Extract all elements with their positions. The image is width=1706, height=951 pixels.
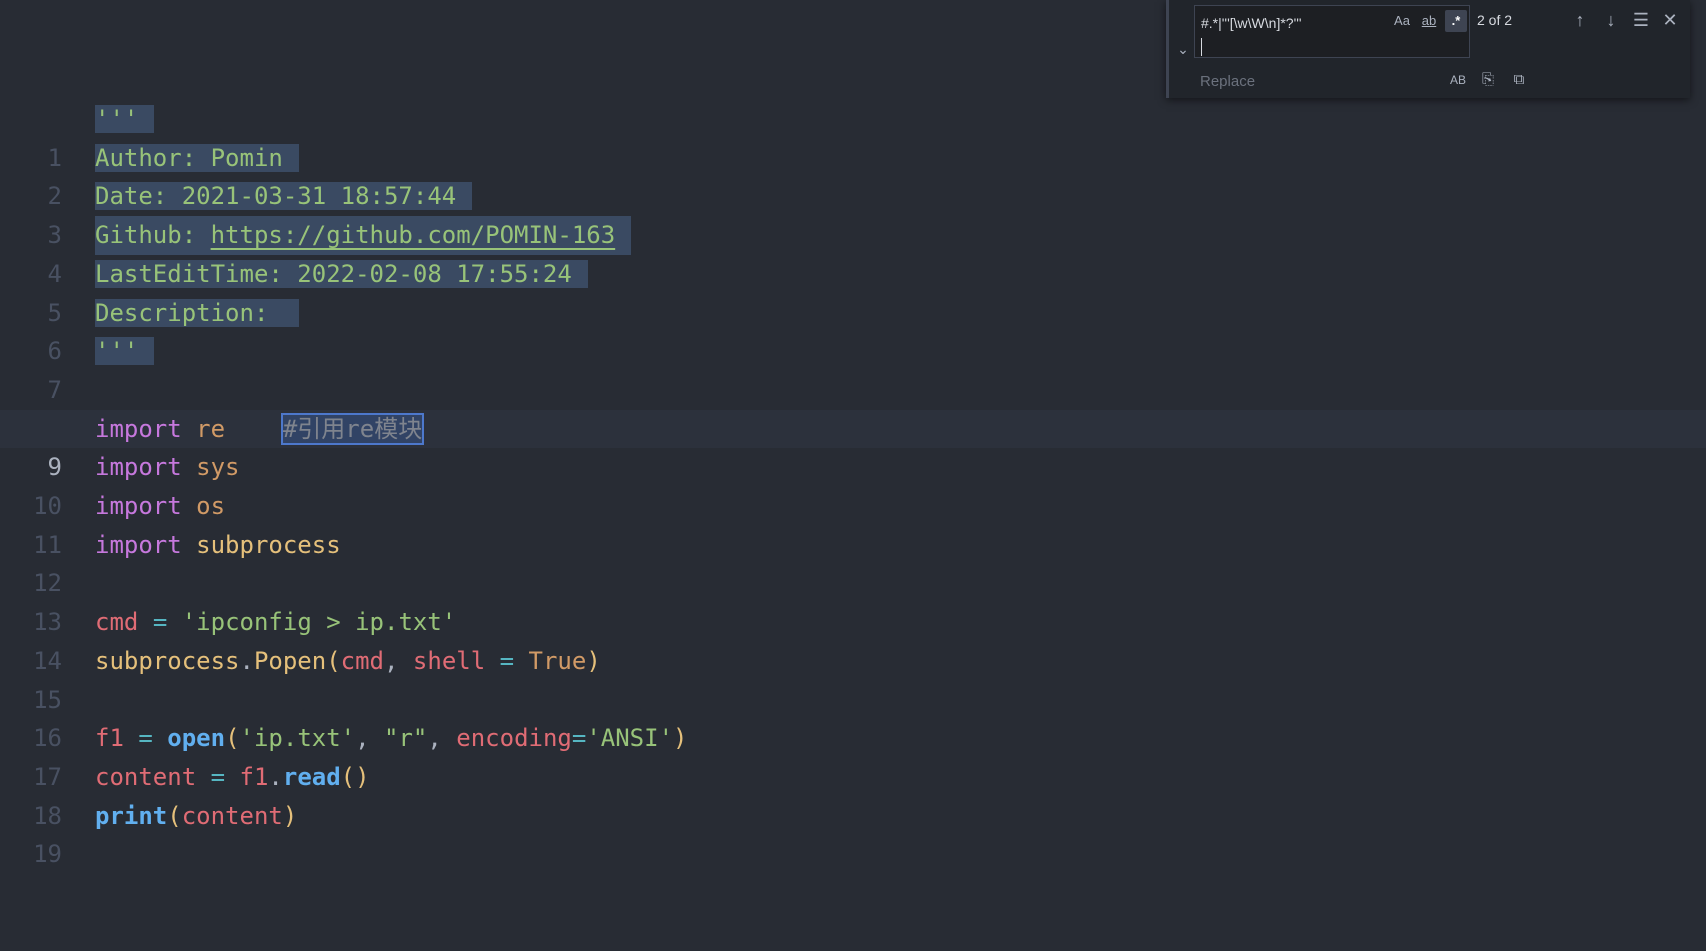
paren: () — [340, 762, 370, 791]
code-line[interactable]: 19 print(content) — [0, 797, 1706, 869]
dot: . — [239, 646, 254, 675]
search-match-comment: #引用re模块 — [280, 412, 425, 445]
variable: content — [95, 762, 197, 791]
find-in-selection-icon[interactable]: ☰ — [1630, 8, 1652, 32]
replace-field[interactable] — [1194, 66, 1470, 96]
comma: , — [355, 724, 370, 753]
variable: f1 — [239, 762, 269, 791]
function-name: open — [167, 724, 226, 753]
replace-all-icon[interactable]: ⧉ — [1508, 70, 1530, 90]
find-input-value: #.*|'''[\w\W\n]*?''' — [1201, 15, 1302, 31]
function-name: print — [95, 801, 168, 830]
find-replace-widget: ⌄ #.*|'''[\w\W\n]*?''' Aa ab .* 2 of 2 ↑… — [1166, 0, 1690, 98]
widget-resize-sash[interactable] — [1166, 0, 1169, 98]
module-name: subprocess — [95, 646, 240, 675]
keyword: import — [95, 453, 182, 482]
preserve-case-toggle[interactable]: AB — [1446, 70, 1470, 90]
whole-word-toggle[interactable]: ab — [1417, 10, 1441, 32]
module-name: os — [196, 492, 226, 520]
paren: ( — [167, 801, 182, 830]
text-caret — [1201, 38, 1202, 56]
docstring-text: Github: — [95, 221, 211, 250]
module-name: re — [196, 414, 226, 443]
string-literal: "r" — [384, 724, 428, 753]
class-name: Popen — [253, 646, 327, 675]
constant: True — [528, 646, 587, 675]
match-count: 2 of 2 — [1477, 12, 1513, 28]
code-line[interactable]: 11 import os — [0, 487, 1706, 559]
operator: = — [138, 724, 153, 753]
docstring-delimiter: ''' — [95, 337, 155, 366]
code-line[interactable]: 18 content = f1.read() — [0, 758, 1706, 830]
replace-icon[interactable]: ⎘ — [1478, 70, 1498, 90]
code-editor[interactable]: 1 ''' 2 Author: Pomin 3 Date: 2021-03-31… — [0, 0, 1706, 869]
string-literal: 'ANSI' — [586, 724, 674, 753]
code-line[interactable]: 7 ''' — [0, 332, 1706, 404]
comma: , — [427, 724, 442, 753]
operator: = — [499, 646, 515, 675]
code-line[interactable]: 15 subprocess.Popen(cmd, shell = True) — [0, 642, 1706, 714]
docstring-text: Date: 2021-03-31 18:57:44 — [95, 182, 473, 211]
string-literal: 'ipconfig > ip.txt' — [181, 608, 457, 637]
function-name: read — [282, 762, 341, 791]
operator: = — [210, 762, 226, 791]
code-line[interactable]: 6 Description: — [0, 294, 1706, 365]
module-name: subprocess — [196, 530, 341, 559]
code-line[interactable]: 13 — [0, 564, 1706, 636]
replace-input[interactable] — [1194, 66, 1422, 96]
code-line[interactable]: 3 Date: 2021-03-31 18:57:44 — [0, 177, 1706, 249]
module-name: sys — [196, 453, 240, 482]
code-line-current[interactable]: 9 import re #引用re模块 — [0, 409, 1706, 481]
dot: . — [268, 762, 283, 791]
parameter: encoding — [456, 724, 572, 753]
keyword: import — [95, 530, 182, 559]
variable: cmd — [95, 608, 139, 637]
docstring-text: Author: Pomin — [95, 143, 299, 172]
comma: , — [384, 646, 399, 675]
paren: ) — [586, 646, 601, 675]
parameter: shell — [412, 646, 486, 675]
arrow-up-icon[interactable]: ↑ — [1569, 8, 1591, 32]
keyword: import — [95, 492, 182, 520]
operator: = — [571, 724, 587, 753]
chevron-down-icon[interactable]: ⌄ — [1174, 40, 1192, 58]
arrow-down-icon[interactable]: ↓ — [1600, 8, 1622, 32]
code-line[interactable]: 14 cmd = 'ipconfig > ip.txt' — [0, 603, 1706, 675]
code-line[interactable]: 17 f1 = open('ip.txt', "r", encoding='AN… — [0, 719, 1706, 791]
code-line[interactable]: 10 import sys — [0, 448, 1706, 520]
paren: ) — [673, 724, 688, 753]
code-line[interactable]: 12 import subprocess — [0, 526, 1706, 598]
docstring-text: Description: — [95, 298, 299, 327]
close-icon[interactable]: ✕ — [1659, 8, 1681, 32]
variable: cmd — [340, 646, 385, 675]
paren: ( — [225, 724, 240, 753]
code-line[interactable]: 4 Github: https://github.com/POMIN-163 — [0, 216, 1706, 288]
code-line[interactable]: 5 LastEditTime: 2022-02-08 17:55:24 — [0, 255, 1706, 327]
code-line[interactable]: 8 — [0, 371, 1706, 443]
variable: content — [181, 801, 283, 830]
code-line[interactable]: 1 ''' — [0, 100, 1706, 172]
regex-toggle[interactable]: .* — [1445, 10, 1467, 32]
paren: ) — [282, 801, 298, 830]
operator: = — [152, 608, 168, 637]
string-literal: 'ip.txt' — [239, 724, 356, 753]
variable: f1 — [95, 724, 124, 753]
keyword: import — [95, 414, 182, 443]
code-line[interactable]: 16 — [0, 681, 1706, 752]
line-number: 19 — [33, 840, 62, 869]
paren: ( — [326, 646, 341, 675]
match-case-toggle[interactable]: Aa — [1391, 10, 1413, 32]
github-link[interactable]: https://github.com/POMIN-163 — [211, 221, 616, 249]
docstring-text: LastEditTime: 2022-02-08 17:55:24 — [95, 259, 588, 288]
code-line[interactable]: 2 Author: Pomin — [0, 139, 1706, 210]
docstring-delimiter: ''' — [95, 105, 155, 133]
